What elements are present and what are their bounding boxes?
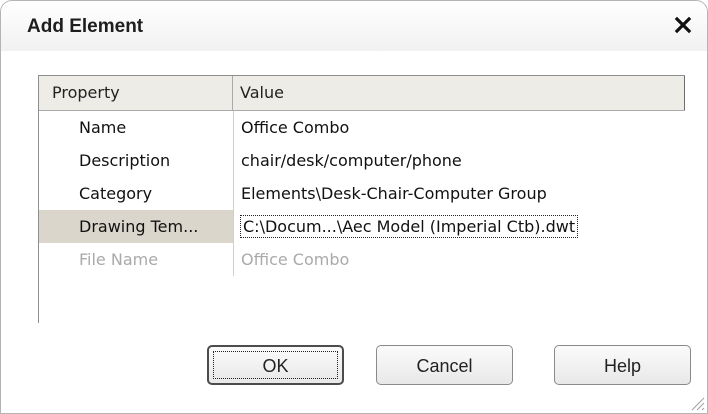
close-icon[interactable] <box>671 13 695 37</box>
cancel-button[interactable]: Cancel <box>376 345 513 385</box>
property-grid[interactable]: Property Value Name Office Combo Descrip… <box>38 75 685 323</box>
property-value[interactable]: C:\Docum...\Aec Model (Imperial Ctb).dwt <box>233 210 685 243</box>
ok-button-label: OK <box>213 351 338 379</box>
property-value[interactable]: chair/desk/computer/phone <box>233 144 685 177</box>
grid-row-category[interactable]: Category Elements\Desk-Chair-Computer Gr… <box>39 177 685 210</box>
property-label: File Name <box>79 250 159 269</box>
property-label: Name <box>79 118 127 137</box>
property-label: Description <box>79 151 171 170</box>
grid-header: Property Value <box>39 76 685 111</box>
grid-row-description[interactable]: Description chair/desk/computer/phone <box>39 144 685 177</box>
property-label: Drawing Tem... <box>39 210 233 243</box>
property-value: Office Combo <box>233 243 685 276</box>
column-header-value[interactable]: Value <box>233 76 685 110</box>
property-value[interactable]: Elements\Desk-Chair-Computer Group <box>233 177 685 210</box>
property-value-text: C:\Docum...\Aec Model (Imperial Ctb).dwt <box>239 215 579 238</box>
dialog-title: Add Element <box>27 16 144 37</box>
add-element-dialog: Add Element Property Value Name Office C… <box>0 0 708 414</box>
property-value[interactable]: Office Combo <box>233 111 685 144</box>
ok-button[interactable]: OK <box>207 345 344 385</box>
help-button[interactable]: Help <box>554 345 691 385</box>
property-label: Category <box>79 184 153 203</box>
grid-rows: Name Office Combo Description chair/desk… <box>39 111 685 276</box>
grid-row-name[interactable]: Name Office Combo <box>39 111 685 144</box>
column-header-property[interactable]: Property <box>39 76 233 110</box>
grid-row-file-name: File Name Office Combo <box>39 243 685 276</box>
grid-row-drawing-template[interactable]: Drawing Tem... C:\Docum...\Aec Model (Im… <box>39 210 685 243</box>
resize-grip-icon[interactable] <box>689 395 705 411</box>
title-bar[interactable]: Add Element <box>1 1 707 51</box>
